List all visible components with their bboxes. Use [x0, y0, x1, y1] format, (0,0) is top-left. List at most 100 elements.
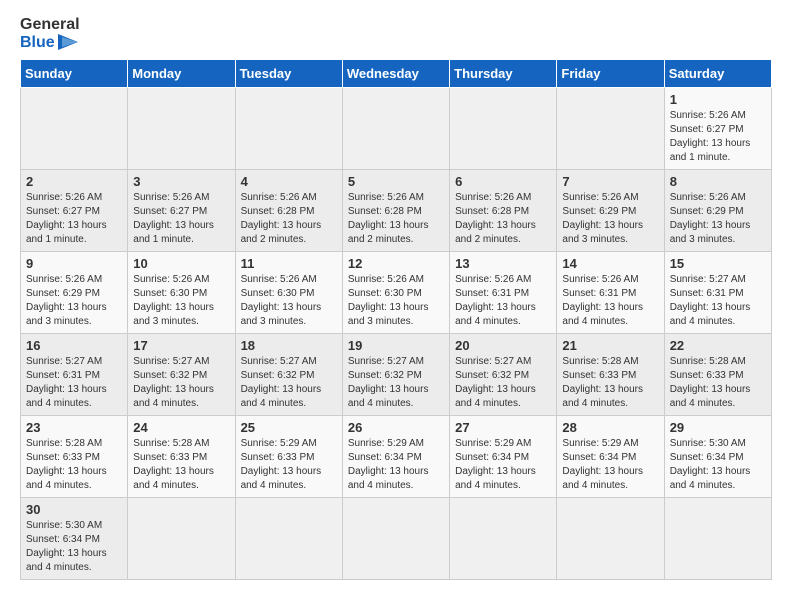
day-cell: 18 Sunrise: 5:27 AM Sunset: 6:32 PM Dayli…: [235, 334, 342, 416]
day-info: Sunrise: 5:27 AM Sunset: 6:32 PM Dayligh…: [241, 355, 337, 411]
day-info: Sunrise: 5:27 AM Sunset: 6:31 PM Dayligh…: [26, 355, 122, 411]
day-cell: 1 Sunrise: 5:26 AM Sunset: 6:27 PM Daylig…: [664, 88, 771, 170]
day-number: 6: [455, 174, 551, 189]
day-info: Sunrise: 5:26 AM Sunset: 6:29 PM Dayligh…: [26, 273, 122, 329]
day-info: Sunrise: 5:28 AM Sunset: 6:33 PM Dayligh…: [133, 437, 229, 493]
day-cell: [664, 498, 771, 580]
day-info: Sunrise: 5:26 AM Sunset: 6:28 PM Dayligh…: [348, 191, 444, 247]
weekday-header-row: SundayMondayTuesdayWednesdayThursdayFrid…: [21, 60, 772, 88]
day-cell: [557, 498, 664, 580]
day-cell: 24 Sunrise: 5:28 AM Sunset: 6:33 PM Dayli…: [128, 416, 235, 498]
day-number: 12: [348, 256, 444, 271]
day-cell: 14 Sunrise: 5:26 AM Sunset: 6:31 PM Dayli…: [557, 252, 664, 334]
day-number: 4: [241, 174, 337, 189]
day-info: Sunrise: 5:29 AM Sunset: 6:34 PM Dayligh…: [455, 437, 551, 493]
day-info: Sunrise: 5:27 AM Sunset: 6:32 PM Dayligh…: [455, 355, 551, 411]
day-cell: 5 Sunrise: 5:26 AM Sunset: 6:28 PM Daylig…: [342, 170, 449, 252]
day-info: Sunrise: 5:26 AM Sunset: 6:27 PM Dayligh…: [670, 109, 766, 165]
logo-text: General Blue: [20, 16, 80, 51]
day-cell: 16Sunrise: 5:27 AM Sunset: 6:31 PM Dayli…: [21, 334, 128, 416]
header: General Blue: [20, 16, 772, 51]
day-number: 5: [348, 174, 444, 189]
day-cell: 13Sunrise: 5:26 AM Sunset: 6:31 PM Dayli…: [450, 252, 557, 334]
day-number: 2: [26, 174, 122, 189]
week-row-2: 2 Sunrise: 5:26 AM Sunset: 6:27 PM Daylig…: [21, 170, 772, 252]
logo: General Blue: [20, 16, 80, 51]
day-info: Sunrise: 5:26 AM Sunset: 6:30 PM Dayligh…: [348, 273, 444, 329]
day-info: Sunrise: 5:26 AM Sunset: 6:30 PM Dayligh…: [133, 273, 229, 329]
day-number: 28: [562, 420, 658, 435]
day-cell: [128, 88, 235, 170]
day-number: 8: [670, 174, 766, 189]
day-cell: [235, 88, 342, 170]
week-row-5: 23Sunrise: 5:28 AM Sunset: 6:33 PM Dayli…: [21, 416, 772, 498]
day-number: 25: [241, 420, 337, 435]
day-info: Sunrise: 5:27 AM Sunset: 6:32 PM Dayligh…: [348, 355, 444, 411]
weekday-header-wednesday: Wednesday: [342, 60, 449, 88]
day-number: 20: [455, 338, 551, 353]
week-row-3: 9 Sunrise: 5:26 AM Sunset: 6:29 PM Daylig…: [21, 252, 772, 334]
day-number: 21: [562, 338, 658, 353]
weekday-header-friday: Friday: [557, 60, 664, 88]
day-cell: [557, 88, 664, 170]
day-number: 30: [26, 502, 122, 517]
day-cell: 19 Sunrise: 5:27 AM Sunset: 6:32 PM Dayli…: [342, 334, 449, 416]
day-cell: [342, 88, 449, 170]
day-info: Sunrise: 5:27 AM Sunset: 6:31 PM Dayligh…: [670, 273, 766, 329]
day-number: 19: [348, 338, 444, 353]
day-cell: 2 Sunrise: 5:26 AM Sunset: 6:27 PM Daylig…: [21, 170, 128, 252]
day-cell: [128, 498, 235, 580]
weekday-header-monday: Monday: [128, 60, 235, 88]
day-cell: 27 Sunrise: 5:29 AM Sunset: 6:34 PM Dayli…: [450, 416, 557, 498]
day-info: Sunrise: 5:29 AM Sunset: 6:34 PM Dayligh…: [348, 437, 444, 493]
day-cell: 21Sunrise: 5:28 AM Sunset: 6:33 PM Dayli…: [557, 334, 664, 416]
day-info: Sunrise: 5:29 AM Sunset: 6:33 PM Dayligh…: [241, 437, 337, 493]
day-number: 9: [26, 256, 122, 271]
day-number: 18: [241, 338, 337, 353]
day-info: Sunrise: 5:26 AM Sunset: 6:30 PM Dayligh…: [241, 273, 337, 329]
blue-triangle-icon: [58, 34, 78, 50]
weekday-header-tuesday: Tuesday: [235, 60, 342, 88]
calendar-table: SundayMondayTuesdayWednesdayThursdayFrid…: [20, 59, 772, 580]
day-number: 24: [133, 420, 229, 435]
day-number: 26: [348, 420, 444, 435]
day-cell: 15 Sunrise: 5:27 AM Sunset: 6:31 PM Dayli…: [664, 252, 771, 334]
day-info: Sunrise: 5:26 AM Sunset: 6:31 PM Dayligh…: [455, 273, 551, 329]
weekday-header-saturday: Saturday: [664, 60, 771, 88]
day-cell: 6 Sunrise: 5:26 AM Sunset: 6:28 PM Daylig…: [450, 170, 557, 252]
day-cell: 20 Sunrise: 5:27 AM Sunset: 6:32 PM Dayli…: [450, 334, 557, 416]
day-cell: 29Sunrise: 5:30 AM Sunset: 6:34 PM Dayli…: [664, 416, 771, 498]
day-number: 15: [670, 256, 766, 271]
day-info: Sunrise: 5:28 AM Sunset: 6:33 PM Dayligh…: [670, 355, 766, 411]
day-cell: [450, 88, 557, 170]
day-info: Sunrise: 5:26 AM Sunset: 6:28 PM Dayligh…: [241, 191, 337, 247]
day-info: Sunrise: 5:26 AM Sunset: 6:28 PM Dayligh…: [455, 191, 551, 247]
day-info: Sunrise: 5:26 AM Sunset: 6:27 PM Dayligh…: [133, 191, 229, 247]
day-cell: 23Sunrise: 5:28 AM Sunset: 6:33 PM Dayli…: [21, 416, 128, 498]
day-info: Sunrise: 5:27 AM Sunset: 6:32 PM Dayligh…: [133, 355, 229, 411]
day-info: Sunrise: 5:26 AM Sunset: 6:27 PM Dayligh…: [26, 191, 122, 247]
day-number: 22: [670, 338, 766, 353]
week-row-4: 16Sunrise: 5:27 AM Sunset: 6:31 PM Dayli…: [21, 334, 772, 416]
day-cell: 8Sunrise: 5:26 AM Sunset: 6:29 PM Daylig…: [664, 170, 771, 252]
day-cell: 28 Sunrise: 5:29 AM Sunset: 6:34 PM Dayli…: [557, 416, 664, 498]
day-number: 11: [241, 256, 337, 271]
day-info: Sunrise: 5:26 AM Sunset: 6:31 PM Dayligh…: [562, 273, 658, 329]
day-number: 17: [133, 338, 229, 353]
day-cell: [21, 88, 128, 170]
day-info: Sunrise: 5:28 AM Sunset: 6:33 PM Dayligh…: [26, 437, 122, 493]
day-cell: 22 Sunrise: 5:28 AM Sunset: 6:33 PM Dayli…: [664, 334, 771, 416]
day-cell: 7Sunrise: 5:26 AM Sunset: 6:29 PM Daylig…: [557, 170, 664, 252]
day-number: 27: [455, 420, 551, 435]
weekday-header-sunday: Sunday: [21, 60, 128, 88]
day-cell: [450, 498, 557, 580]
day-info: Sunrise: 5:30 AM Sunset: 6:34 PM Dayligh…: [670, 437, 766, 493]
day-number: 14: [562, 256, 658, 271]
day-number: 7: [562, 174, 658, 189]
day-number: 1: [670, 92, 766, 107]
day-cell: 25 Sunrise: 5:29 AM Sunset: 6:33 PM Dayli…: [235, 416, 342, 498]
week-row-1: 1 Sunrise: 5:26 AM Sunset: 6:27 PM Daylig…: [21, 88, 772, 170]
day-cell: 30 Sunrise: 5:30 AM Sunset: 6:34 PM Dayli…: [21, 498, 128, 580]
day-info: Sunrise: 5:29 AM Sunset: 6:34 PM Dayligh…: [562, 437, 658, 493]
day-info: Sunrise: 5:30 AM Sunset: 6:34 PM Dayligh…: [26, 519, 122, 575]
